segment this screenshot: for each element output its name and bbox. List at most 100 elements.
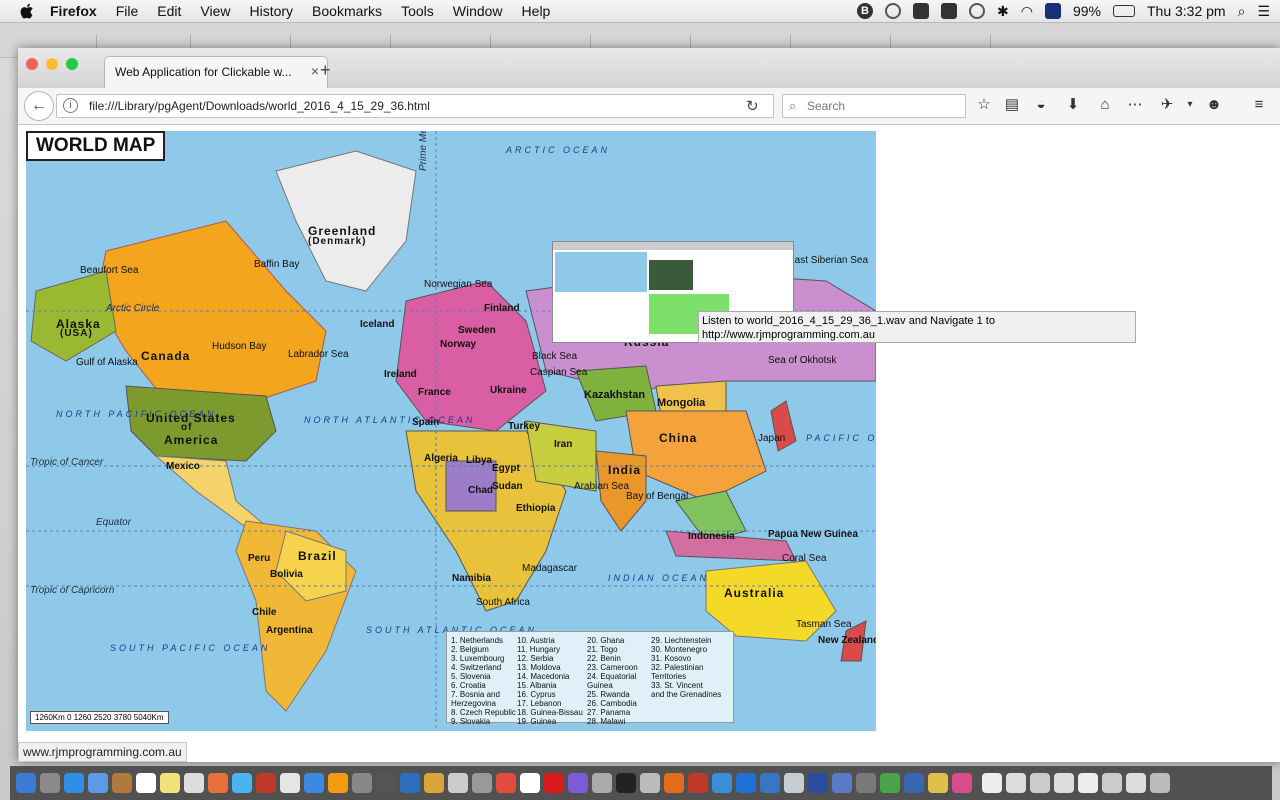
bookmark-star-icon[interactable]: ☆ bbox=[975, 96, 993, 114]
terminal-icon[interactable] bbox=[616, 773, 636, 793]
app-icon[interactable] bbox=[304, 773, 324, 793]
app-icon[interactable] bbox=[736, 773, 756, 793]
app-icon[interactable] bbox=[808, 773, 828, 793]
navigation-toolbar: ← i file:///Library/pgAgent/Downloads/wo… bbox=[18, 88, 1280, 125]
reminders-icon[interactable] bbox=[184, 773, 204, 793]
legend-item: 10. Austria bbox=[517, 636, 555, 645]
app-store-icon[interactable] bbox=[88, 773, 108, 793]
menu-bookmarks[interactable]: Bookmarks bbox=[312, 3, 382, 19]
trash-icon[interactable] bbox=[1150, 773, 1170, 793]
url-text[interactable]: file:///Library/pgAgent/Downloads/world_… bbox=[89, 99, 430, 113]
chevron-down-icon[interactable]: ▾ bbox=[1181, 96, 1199, 114]
minimize-window-button[interactable] bbox=[46, 58, 58, 70]
app-icon[interactable] bbox=[592, 773, 612, 793]
flag-australia-icon[interactable] bbox=[1044, 3, 1061, 19]
stack-icon[interactable] bbox=[1054, 773, 1074, 793]
stack-icon[interactable] bbox=[1102, 773, 1122, 793]
apple-icon[interactable] bbox=[20, 3, 36, 19]
safari-icon[interactable] bbox=[64, 773, 84, 793]
zoom-window-button[interactable] bbox=[66, 58, 78, 70]
star-app-icon[interactable] bbox=[568, 773, 588, 793]
menu-window[interactable]: Window bbox=[453, 3, 503, 19]
notes-icon[interactable] bbox=[160, 773, 180, 793]
app-icon[interactable] bbox=[640, 773, 660, 793]
utility-icon[interactable] bbox=[376, 773, 396, 793]
photo-booth-icon[interactable] bbox=[256, 773, 276, 793]
chrome-icon[interactable] bbox=[496, 773, 516, 793]
opera-icon[interactable] bbox=[544, 773, 564, 793]
tab-active[interactable]: Web Application for Clickable w... × bbox=[104, 56, 328, 89]
time-machine-icon[interactable] bbox=[969, 3, 985, 19]
xcode-icon[interactable] bbox=[400, 773, 420, 793]
app-icon[interactable] bbox=[712, 773, 732, 793]
close-tab-icon[interactable]: × bbox=[311, 63, 319, 79]
pocket-icon[interactable]: ◒ bbox=[1032, 96, 1050, 114]
menu-tools[interactable]: Tools bbox=[401, 3, 434, 19]
more-tools-icon[interactable]: ⋯ bbox=[1126, 96, 1144, 114]
home-icon[interactable]: ⌂ bbox=[1096, 96, 1114, 114]
itunes-icon[interactable] bbox=[280, 773, 300, 793]
label-norwegian-sea: Norwegian Sea bbox=[424, 279, 493, 290]
app-icon[interactable] bbox=[760, 773, 780, 793]
app-icon[interactable] bbox=[952, 773, 972, 793]
stack-icon[interactable] bbox=[1006, 773, 1026, 793]
camera-icon[interactable] bbox=[941, 3, 957, 19]
close-window-button[interactable] bbox=[26, 58, 38, 70]
ibooks-icon[interactable] bbox=[328, 773, 348, 793]
app-icon[interactable] bbox=[784, 773, 804, 793]
menu-app-firefox[interactable]: Firefox bbox=[50, 3, 97, 19]
spotlight-search-icon[interactable]: ⌕ bbox=[1238, 3, 1246, 20]
legend-item: 4. Switzerland bbox=[451, 663, 502, 672]
menu-edit[interactable]: Edit bbox=[157, 3, 181, 19]
app-icon[interactable] bbox=[424, 773, 444, 793]
wifi-icon[interactable]: ◠ bbox=[1021, 3, 1033, 20]
menu-history[interactable]: History bbox=[249, 3, 293, 19]
notification-center-icon[interactable]: ☰ bbox=[1257, 3, 1270, 20]
battery-icon[interactable] bbox=[1112, 5, 1135, 17]
messages-icon[interactable] bbox=[232, 773, 252, 793]
calendar-icon[interactable] bbox=[136, 773, 156, 793]
finder-icon[interactable] bbox=[16, 773, 36, 793]
legend-column: 1. Netherlands 2. Belgium 3. Luxembourg … bbox=[451, 636, 516, 726]
php-icon[interactable] bbox=[856, 773, 876, 793]
menu-file[interactable]: File bbox=[116, 3, 139, 19]
app-icon[interactable] bbox=[904, 773, 924, 793]
downloads-icon[interactable]: ⬇ bbox=[1064, 96, 1082, 114]
clock[interactable]: Thu 3:32 pm bbox=[1147, 3, 1226, 19]
world-map-image[interactable]: WORLD MAP Greenland (Denmark) Canada Ala… bbox=[26, 131, 876, 731]
filezilla-icon[interactable] bbox=[688, 773, 708, 793]
menu-view[interactable]: View bbox=[200, 3, 230, 19]
battery-percent[interactable]: 99% bbox=[1073, 3, 1101, 19]
stack-icon[interactable] bbox=[1030, 773, 1050, 793]
b-app-icon[interactable]: B bbox=[857, 3, 873, 19]
app-icon[interactable] bbox=[880, 773, 900, 793]
photos-icon[interactable] bbox=[208, 773, 228, 793]
search-input[interactable]: ⌕ Search bbox=[782, 94, 966, 118]
dropbox-like-icon[interactable] bbox=[913, 3, 929, 19]
back-button[interactable]: ← bbox=[24, 91, 54, 121]
label-madagascar: Madagascar bbox=[522, 563, 578, 574]
address-bar[interactable]: i file:///Library/pgAgent/Downloads/worl… bbox=[56, 94, 774, 118]
stack-icon[interactable] bbox=[1078, 773, 1098, 793]
extension-icon[interactable]: ✈ bbox=[1158, 96, 1176, 114]
hamburger-menu-icon[interactable]: ≡ bbox=[1250, 96, 1268, 114]
system-preferences-icon[interactable] bbox=[352, 773, 372, 793]
app-icon[interactable] bbox=[832, 773, 852, 793]
bluetooth-icon[interactable]: ✱ bbox=[997, 3, 1009, 20]
app-icon[interactable] bbox=[472, 773, 492, 793]
reload-button[interactable]: ↻ bbox=[746, 97, 759, 115]
chat-icon[interactable]: ☻ bbox=[1205, 96, 1223, 114]
launchpad-icon[interactable] bbox=[40, 773, 60, 793]
info-icon[interactable]: i bbox=[63, 98, 78, 113]
menu-help[interactable]: Help bbox=[522, 3, 551, 19]
document-icon[interactable] bbox=[520, 773, 540, 793]
firefox-icon[interactable] bbox=[664, 773, 684, 793]
app-icon[interactable] bbox=[928, 773, 948, 793]
contacts-icon[interactable] bbox=[112, 773, 132, 793]
new-tab-button[interactable]: + bbox=[320, 60, 331, 81]
app-icon[interactable] bbox=[448, 773, 468, 793]
reading-list-icon[interactable]: ▤ bbox=[1003, 96, 1021, 114]
stack-icon[interactable] bbox=[982, 773, 1002, 793]
circle-app-icon[interactable] bbox=[885, 3, 901, 19]
stack-icon[interactable] bbox=[1126, 773, 1146, 793]
